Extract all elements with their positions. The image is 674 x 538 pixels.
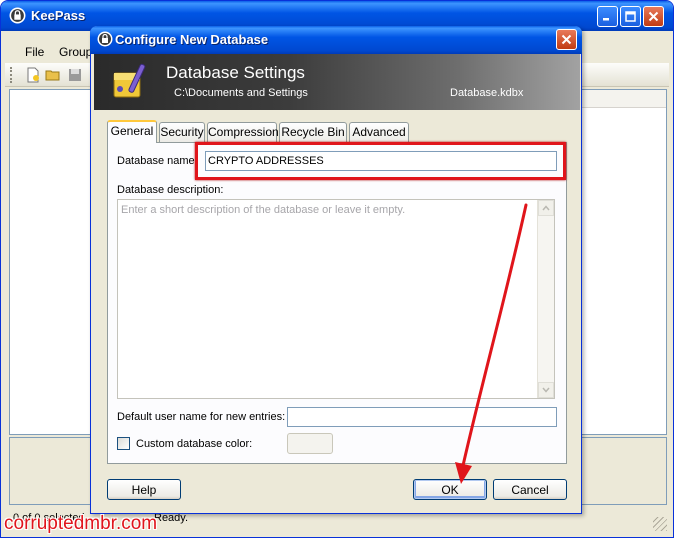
resize-grip[interactable] <box>653 517 667 531</box>
maximize-icon <box>625 11 636 22</box>
new-database-icon[interactable] <box>25 67 41 83</box>
close-icon <box>648 11 659 22</box>
banner-title: Database Settings <box>166 63 305 82</box>
dialog-close-button[interactable] <box>556 29 577 50</box>
dialog-titlebar: Configure New Database <box>90 26 582 54</box>
cancel-button[interactable]: Cancel <box>493 479 567 500</box>
tab-security[interactable]: Security <box>159 122 205 142</box>
annotation-highlight-box <box>195 142 566 180</box>
tab-advanced[interactable]: Advanced <box>349 122 409 142</box>
description-placeholder: Enter a short description of the databas… <box>121 204 406 216</box>
color-picker-button[interactable] <box>287 433 333 454</box>
database-description-textarea[interactable]: Enter a short description of the databas… <box>117 199 555 399</box>
database-name-label: Database name: <box>117 155 198 167</box>
custom-color-checkbox[interactable] <box>117 437 130 450</box>
description-scrollbar[interactable] <box>537 200 554 398</box>
banner-path: C:\Documents and Settings <box>174 87 308 99</box>
default-username-label: Default user name for new entries: <box>117 411 286 423</box>
ok-button[interactable]: OK <box>413 479 487 500</box>
minimize-button[interactable] <box>597 6 618 27</box>
tab-compression[interactable]: Compression <box>207 122 279 142</box>
toolbar-grip <box>10 67 13 83</box>
dialog-banner: Database Settings C:\Documents and Setti… <box>94 54 580 110</box>
scroll-down-button[interactable] <box>538 382 554 398</box>
menu-group[interactable]: Group <box>59 45 92 59</box>
entry-list-pane[interactable] <box>581 89 667 435</box>
minimize-icon <box>603 18 609 21</box>
scroll-up-button[interactable] <box>538 200 554 216</box>
tab-general[interactable]: General <box>107 120 157 143</box>
close-icon <box>561 34 572 45</box>
open-folder-icon[interactable] <box>45 67 61 83</box>
database-description-label: Database description: <box>117 184 224 196</box>
dialog-title: Configure New Database <box>115 32 269 47</box>
banner-filename: Database.kdbx <box>450 87 524 99</box>
maximize-button[interactable] <box>620 6 641 27</box>
tab-recycle-bin[interactable]: Recycle Bin <box>279 122 347 142</box>
save-icon[interactable] <box>67 67 83 83</box>
main-close-button[interactable] <box>643 6 664 27</box>
custom-color-label: Custom database color: <box>136 438 253 450</box>
chevron-down-icon <box>542 387 550 393</box>
menu-file[interactable]: File <box>25 45 44 59</box>
entry-list-header <box>582 90 666 108</box>
configure-database-dialog: Configure New Database Database Settings… <box>90 26 582 514</box>
main-window-title: KeePass <box>31 8 86 23</box>
group-tree-pane[interactable] <box>9 89 95 435</box>
database-settings-icon <box>113 63 146 98</box>
chevron-up-icon <box>542 205 550 211</box>
help-button[interactable]: Help <box>107 479 181 500</box>
default-username-input[interactable] <box>287 407 557 427</box>
watermark-text: corruptedmbr.com <box>4 513 158 534</box>
keepass-lock-icon <box>97 31 113 47</box>
keepass-lock-icon <box>9 7 26 24</box>
